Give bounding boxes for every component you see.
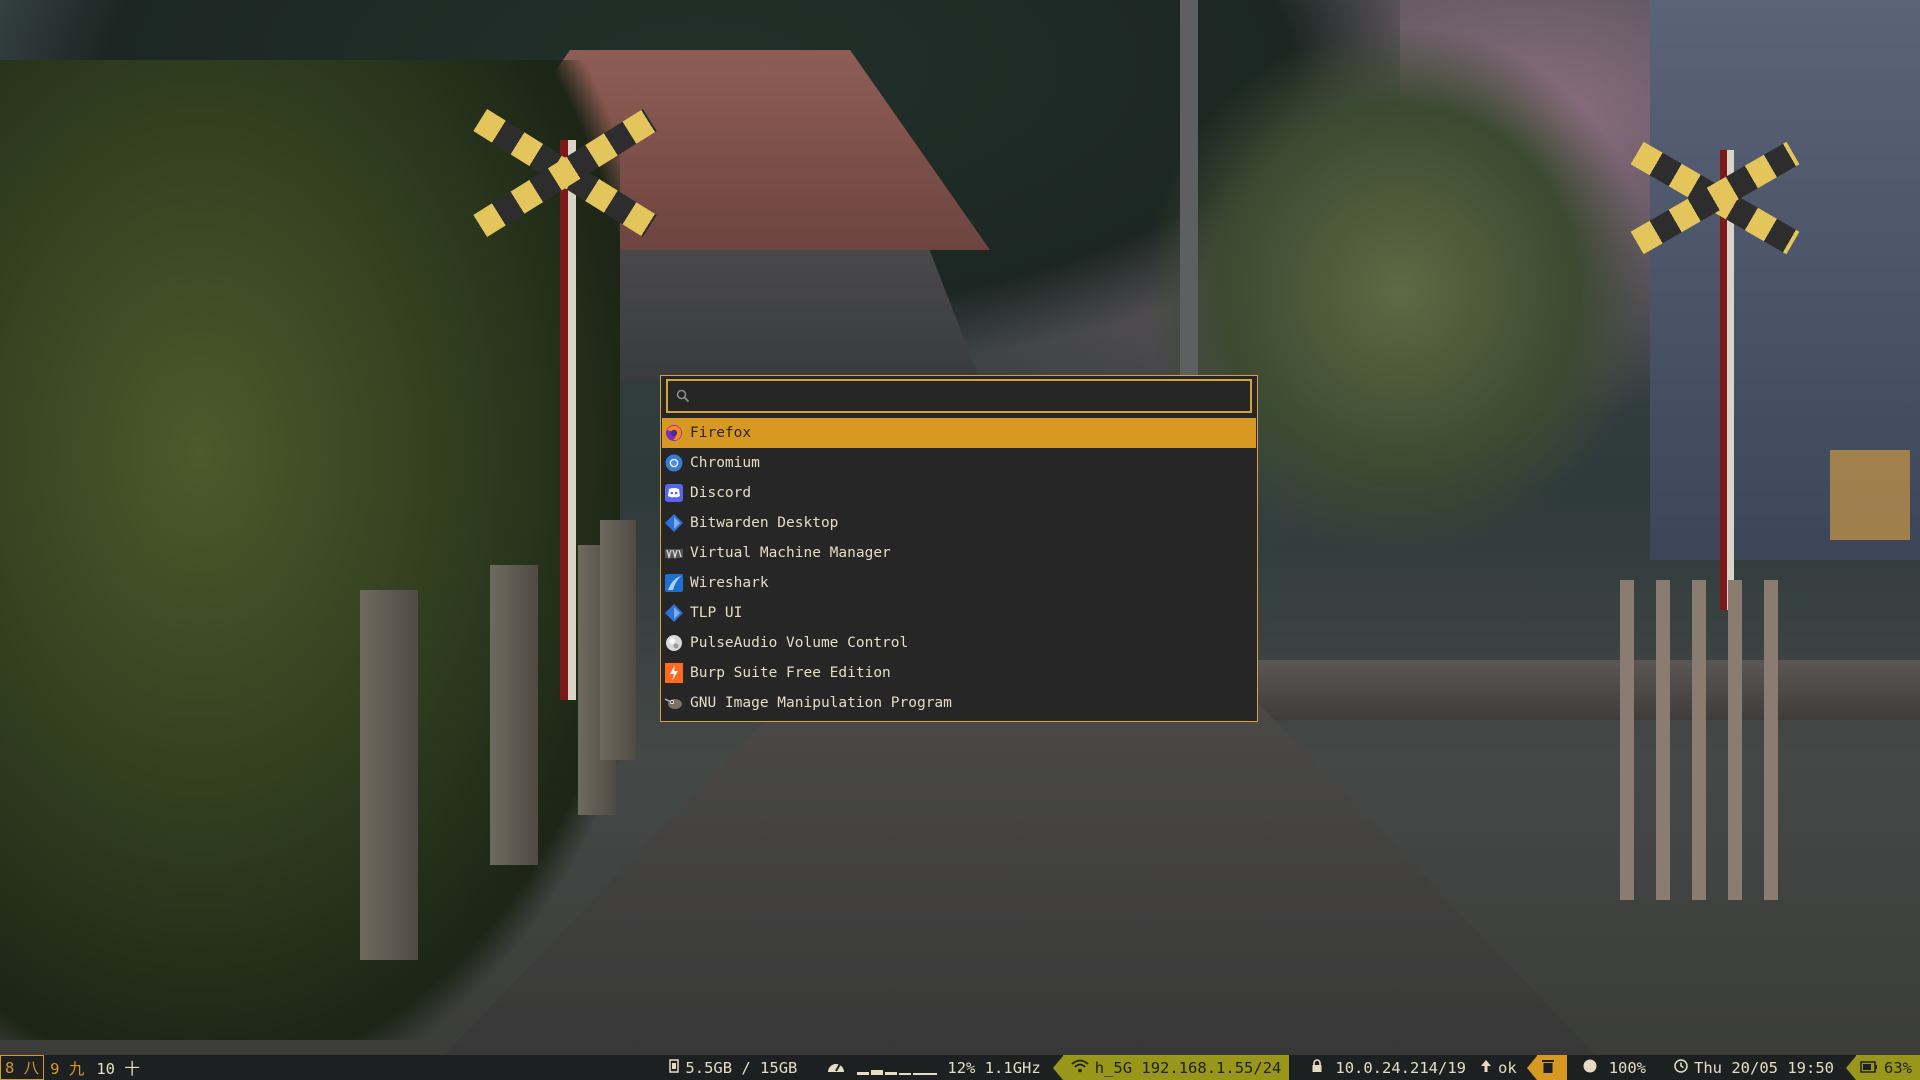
separator-arrow [1052,1055,1063,1080]
memory-icon [669,1058,680,1077]
launcher-item-label: Burp Suite Free Edition [690,665,891,681]
status-bar: 8 八 9 九 10 十 5.5GB / 15GB 12% 1.1GHz h_5… [0,1055,1920,1080]
cpu-history-graph [857,1061,938,1075]
chromium-icon [664,453,684,473]
updates-status: ok [1498,1058,1517,1077]
launcher-item-tlp-ui[interactable]: TLP UI [662,598,1256,628]
workspace-switcher: 8 八 9 九 10 十 [0,1055,146,1080]
wallpaper-utility-pole [1180,0,1198,380]
separator-arrow [1526,1055,1537,1080]
launcher-item-firefox[interactable]: Firefox [662,418,1256,448]
battery-icon [1860,1059,1878,1077]
launcher-item-label: Bitwarden Desktop [690,515,839,531]
launcher-item-label: Discord [690,485,752,501]
memory-usage: 5.5GB / 15GB [685,1058,798,1077]
cpu-gauge-icon [827,1059,845,1077]
launcher-item-label: GNU Image Manipulation Program [690,695,952,711]
wallpaper-crossing-pole-left [560,140,576,700]
launcher-item-chromium[interactable]: Chromium [662,448,1256,478]
memory-widget: 5.5GB / 15GB [669,1055,797,1080]
trash-widget[interactable] [1536,1055,1567,1080]
brightness-icon [1583,1059,1597,1077]
trash-icon [1541,1058,1555,1078]
updates-widget[interactable]: ok [1476,1055,1527,1080]
gimp-icon [664,693,684,713]
launcher-item-gimp[interactable]: GNU Image Manipulation Program [662,688,1256,718]
bitwarden-icon [664,513,684,533]
launcher-item-label: Chromium [690,455,760,471]
wallpaper-stone-post [490,565,538,865]
launcher-item-pavucontrol[interactable]: PulseAudio Volume Control [662,628,1256,658]
workspace-button-9[interactable]: 9 九 [44,1057,90,1079]
wallpaper-stone-post [360,590,418,960]
arrow-up-icon [1480,1059,1492,1077]
battery-widget[interactable]: 63% [1856,1055,1920,1080]
launcher-results-list: Firefox Chromium Discord Bitwarden Deskt… [662,418,1256,718]
launcher-item-wireshark[interactable]: Wireshark [662,568,1256,598]
clock-widget[interactable]: Thu 20/05 19:50 [1658,1055,1846,1080]
cpu-widget: 12% 1.1GHz [827,1055,1041,1080]
wifi-info: h_5G 192.168.1.55/24 [1094,1058,1282,1077]
brightness-level: 100% [1608,1058,1647,1077]
virt-manager-icon [664,543,684,563]
launcher-item-label: Wireshark [690,575,769,591]
wallpaper-rail-tracks [1240,660,1920,720]
firefox-icon [664,423,684,443]
pavucontrol-icon [664,633,684,653]
launcher-item-discord[interactable]: Discord [662,478,1256,508]
launcher-item-virt-manager[interactable]: Virtual Machine Manager [662,538,1256,568]
wallpaper-fence-right [1620,580,1780,900]
tlp-icon [664,603,684,623]
separator-arrow [1846,1055,1856,1080]
app-launcher: Firefox Chromium Discord Bitwarden Deskt… [660,375,1258,722]
vpn-widget[interactable]: 10.0.24.214/19 [1289,1055,1476,1080]
launcher-item-label: TLP UI [690,605,743,621]
vpn-address: 10.0.24.214/19 [1335,1058,1467,1077]
wallpaper-stone-post [600,520,636,760]
launcher-item-label: Virtual Machine Manager [690,545,891,561]
launcher-item-bitwarden[interactable]: Bitwarden Desktop [662,508,1256,538]
launcher-search-box[interactable] [666,379,1252,413]
burp-icon [664,663,684,683]
search-icon [676,389,690,403]
clock-icon [1674,1058,1688,1077]
lock-icon [1311,1058,1323,1077]
date-time: Thu 20/05 19:50 [1694,1058,1834,1077]
discord-icon [664,483,684,503]
launcher-item-label: Firefox [690,425,752,441]
wifi-widget[interactable]: h_5G 192.168.1.55/24 [1062,1055,1290,1080]
wallpaper-lit-window [1830,450,1910,540]
launcher-item-burp-suite[interactable]: Burp Suite Free Edition [662,658,1256,688]
brightness-widget[interactable]: 100% [1567,1055,1658,1080]
workspace-button-8[interactable]: 8 八 [0,1055,45,1080]
workspace-button-10[interactable]: 10 十 [90,1057,146,1079]
launcher-search-input[interactable] [698,383,1250,411]
wireshark-icon [664,573,684,593]
wifi-icon [1071,1059,1089,1077]
launcher-item-label: PulseAudio Volume Control [690,635,909,651]
battery-level: 63% [1884,1058,1912,1077]
cpu-usage: 12% 1.1GHz [947,1058,1041,1077]
